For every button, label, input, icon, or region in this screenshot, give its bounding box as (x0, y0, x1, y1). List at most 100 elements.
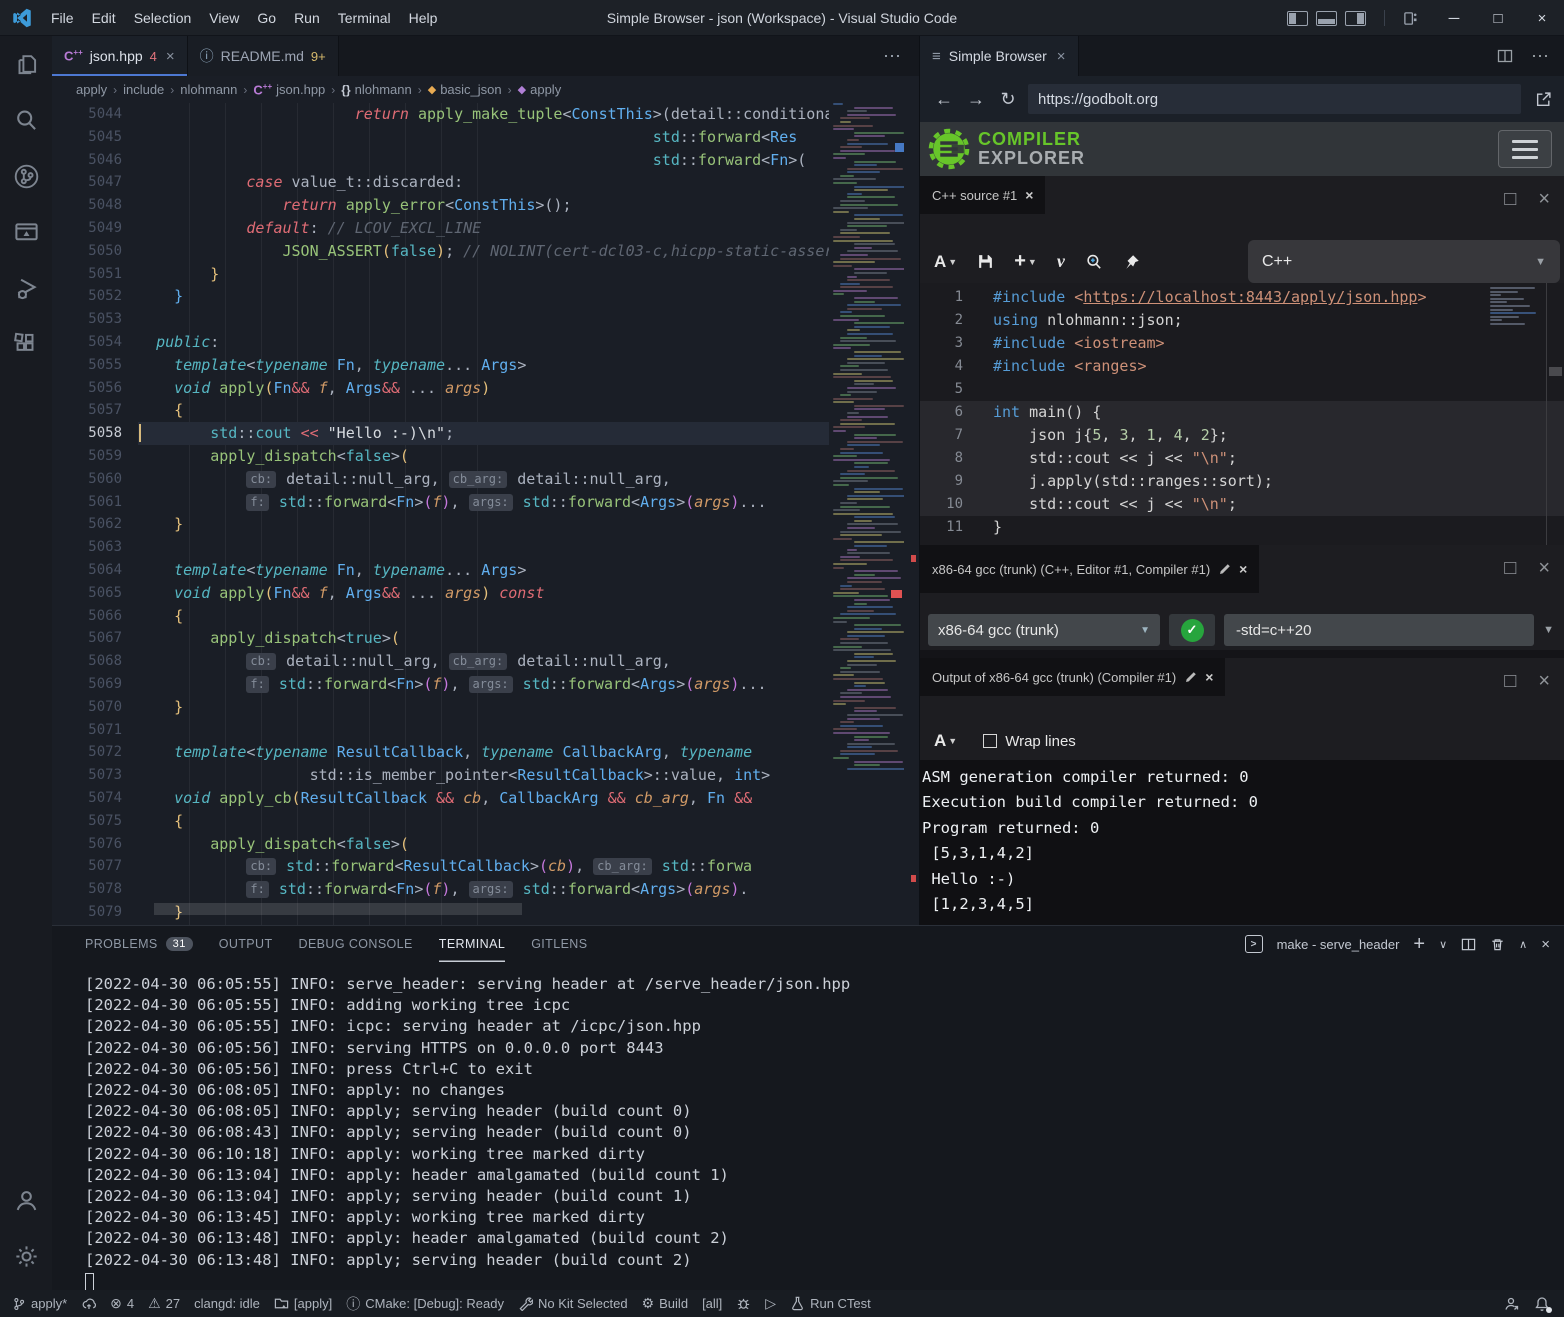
statusbar-item-run-ctest[interactable]: Run CTest (790, 1296, 871, 1311)
maximize-pane-icon[interactable]: □ (1504, 671, 1516, 691)
terminal-dropdown-icon[interactable]: ∨ (1439, 938, 1447, 951)
menu-go[interactable]: Go (248, 6, 285, 30)
minimap[interactable] (829, 103, 904, 925)
close-tab-icon[interactable]: × (1057, 48, 1066, 65)
account-icon[interactable] (0, 1172, 52, 1228)
panel-tab-debug-console[interactable]: DEBUG CONSOLE (299, 926, 413, 962)
panel-tab-terminal[interactable]: TERMINAL (439, 926, 505, 962)
open-external-icon[interactable] (1535, 91, 1552, 108)
statusbar-item-27[interactable]: ⚠27 (148, 1295, 180, 1312)
pin-tool-icon[interactable] (1123, 253, 1141, 271)
output-pane-tab[interactable]: Output of x86-64 gcc (trunk) (Compiler #… (920, 658, 1225, 696)
close-pane-icon[interactable]: × (1538, 189, 1550, 209)
menu-view[interactable]: View (200, 6, 248, 30)
toggle-secondary-sidebar-icon[interactable] (1345, 11, 1366, 26)
new-terminal-icon[interactable]: + (1413, 933, 1425, 956)
breadcrumb-item[interactable]: include (123, 82, 164, 97)
panel-tab-gitlens[interactable]: GITLENS (531, 926, 587, 962)
zoom-search-icon[interactable] (1085, 253, 1103, 271)
hamburger-menu-icon[interactable] (1498, 130, 1552, 168)
test-explorer-icon[interactable] (0, 204, 52, 260)
menu-edit[interactable]: Edit (83, 6, 125, 30)
compiler-pane-tab[interactable]: x86-64 gcc (trunk) (C++, Editor #1, Comp… (920, 545, 1259, 593)
breadcrumb-item[interactable]: ◆basic_json (428, 82, 502, 97)
add-icon[interactable]: +▼ (1014, 250, 1037, 273)
editor-actions-more-icon[interactable]: ⋯ (883, 36, 919, 76)
statusbar-item-4[interactable]: ⊗4 (110, 1295, 134, 1312)
statusbar-item--apply-[interactable]: [apply] (274, 1296, 332, 1311)
toggle-sidebar-icon[interactable] (1287, 11, 1308, 26)
statusbar-item-clangd-idle[interactable]: clangd: idle (194, 1296, 260, 1311)
forward-icon[interactable]: → (964, 89, 988, 110)
save-icon[interactable] (977, 253, 994, 270)
tab-simple-browser[interactable]: ≡ Simple Browser × (920, 36, 1079, 76)
close-button[interactable]: × (1520, 0, 1564, 36)
statusbar-item[interactable] (81, 1296, 96, 1311)
tab-json-hpp[interactable]: C++ json.hpp 4 × (52, 36, 188, 76)
breadcrumb-item[interactable]: {}nlohmann (341, 82, 411, 97)
font-size-icon[interactable]: A▼ (934, 252, 957, 272)
statusbar-item[interactable] (1504, 1296, 1520, 1312)
panel-tab-output[interactable]: OUTPUT (219, 926, 273, 962)
wrap-lines-checkbox[interactable]: Wrap lines (983, 733, 1076, 750)
overview-ruler[interactable] (904, 103, 919, 925)
compiler-options-input[interactable]: -std=c++20 (1224, 614, 1534, 646)
statusbar-item-apply-[interactable]: apply* (12, 1296, 67, 1311)
statusbar-item[interactable]: ▷ (765, 1295, 776, 1312)
reload-icon[interactable]: ↻ (996, 89, 1020, 110)
breadcrumb-item[interactable]: C++json.hpp (253, 82, 325, 97)
scrollbar-thumb[interactable] (1549, 367, 1562, 376)
back-icon[interactable]: ← (932, 89, 956, 110)
maximize-pane-icon[interactable]: □ (1504, 558, 1516, 578)
toggle-panel-icon[interactable] (1316, 11, 1337, 26)
statusbar-item[interactable] (1534, 1296, 1550, 1312)
breadcrumb-item[interactable]: apply (76, 82, 107, 97)
rename-pane-icon[interactable] (1218, 563, 1231, 576)
compiler-select[interactable]: x86-64 gcc (trunk) ▼ (928, 614, 1160, 646)
close-pane-icon[interactable]: × (1025, 187, 1033, 203)
source-control-icon[interactable] (0, 148, 52, 204)
minimize-button[interactable]: ─ (1432, 0, 1476, 36)
statusbar-item-build[interactable]: ⚙Build (642, 1295, 688, 1312)
settings-gear-icon[interactable] (0, 1228, 52, 1284)
split-terminal-icon[interactable] (1461, 937, 1476, 952)
source-pane-tab[interactable]: C++ source #1 × (920, 176, 1045, 214)
statusbar-item--all-[interactable]: [all] (702, 1296, 722, 1311)
menu-file[interactable]: File (42, 6, 83, 30)
terminal-title[interactable]: make - serve_header (1277, 937, 1400, 952)
maximize-panel-icon[interactable]: ∧ (1519, 938, 1527, 951)
breadcrumb-item[interactable]: nlohmann (180, 82, 237, 97)
close-pane-icon[interactable]: × (1239, 561, 1247, 577)
close-pane-icon[interactable]: × (1538, 671, 1550, 691)
menu-run[interactable]: Run (285, 6, 329, 30)
extensions-icon[interactable] (0, 316, 52, 372)
maximize-button[interactable]: □ (1476, 0, 1520, 36)
more-actions-icon[interactable]: ⋯ (1531, 46, 1550, 67)
options-dropdown-icon[interactable]: ▼ (1543, 624, 1556, 636)
terminal-output[interactable]: [2022-04-30 06:05:55] INFO: serve_header… (52, 962, 1564, 1291)
tab-readme-md[interactable]: ⓘ README.md 9+ (188, 36, 339, 76)
code-editor[interactable]: 5044 return apply_make_tuple<ConstThis>(… (52, 103, 919, 925)
vim-mode-icon[interactable]: v (1057, 251, 1065, 272)
kill-terminal-icon[interactable] (1490, 937, 1505, 952)
explorer-icon[interactable] (0, 36, 52, 92)
statusbar-item-no-kit-selected[interactable]: No Kit Selected (518, 1296, 628, 1311)
breadcrumb-item[interactable]: ◆apply (518, 82, 562, 97)
menu-selection[interactable]: Selection (125, 6, 201, 30)
close-pane-icon[interactable]: × (1205, 669, 1213, 685)
panel-tab-problems[interactable]: PROBLEMS31 (85, 926, 193, 962)
maximize-pane-icon[interactable]: □ (1504, 189, 1516, 209)
split-editor-icon[interactable] (1497, 48, 1513, 64)
menu-terminal[interactable]: Terminal (329, 6, 400, 30)
language-select[interactable]: C++ ▼ (1248, 240, 1560, 283)
run-debug-icon[interactable] (0, 260, 52, 316)
statusbar-item-cmake-debug-ready[interactable]: ⓘCMake: [Debug]: Ready (346, 1294, 504, 1314)
menu-help[interactable]: Help (400, 6, 447, 30)
close-pane-icon[interactable]: × (1538, 558, 1550, 578)
customize-layout-icon[interactable] (1403, 11, 1418, 26)
close-panel-icon[interactable]: × (1541, 936, 1550, 953)
rename-pane-icon[interactable] (1184, 671, 1197, 684)
statusbar-item[interactable] (736, 1296, 751, 1311)
search-icon[interactable] (0, 92, 52, 148)
godbolt-source-editor[interactable]: 1#include <https://localhost:8443/apply/… (920, 283, 1564, 545)
